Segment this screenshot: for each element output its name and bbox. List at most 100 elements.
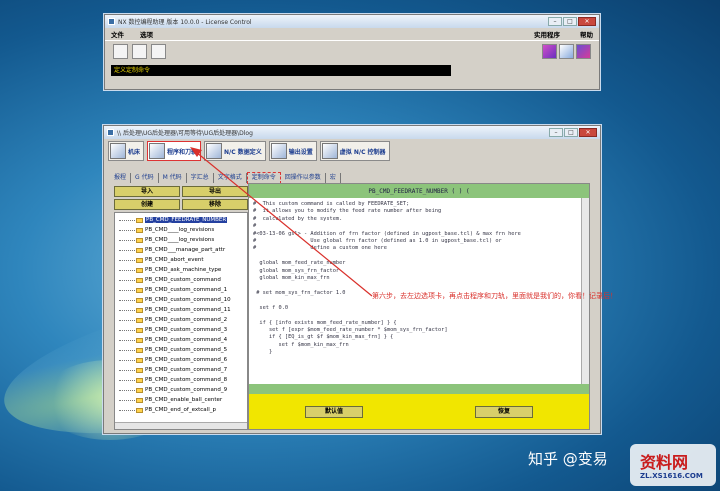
tree-item[interactable]: PB_CMD_custom_command_7 [115, 365, 247, 375]
tree-item-label: PB_CMD_custom_command_5 [145, 347, 228, 353]
license-tool-icon[interactable] [559, 44, 574, 59]
main-tool-tabs: 机床 程序和刀轨 N/C 数据定义 输出设置 虚拟 N/C 控制器 [104, 139, 600, 163]
maximize-button[interactable]: □ [564, 128, 578, 137]
tree-item-label: PB_CMD_custom_command_4 [145, 337, 228, 343]
save-file-icon[interactable] [151, 44, 166, 59]
close-button[interactable]: ✕ [579, 128, 597, 137]
menu-help[interactable]: 帮助 [580, 29, 593, 39]
new-file-icon[interactable] [113, 44, 128, 59]
machine-icon [110, 143, 126, 159]
folder-icon [136, 307, 143, 313]
tree-item-label: PB_CMD_custom_command_9 [145, 387, 228, 393]
tab-label: 程序和刀轨 [167, 148, 198, 156]
tab-label: 机床 [128, 148, 141, 156]
tree-item-label: PB_CMD_custom_command_2 [145, 317, 228, 323]
tree-item[interactable]: PB_CMD_custom_command_9 [115, 385, 247, 395]
tree-item-label: PB_CMD_custom_command_7 [145, 367, 228, 373]
tree-item-label: PB_CMD___manage_part_attr [145, 247, 226, 253]
minimize-button[interactable]: – [549, 128, 563, 137]
tree-item[interactable]: PB_CMD____log_revisions [115, 225, 247, 235]
watermark: 知乎 @变易 [528, 448, 608, 469]
tree-item-label: PB_CMD_custom_command_3 [145, 327, 228, 333]
tree-item[interactable]: PB_CMD_custom_command [115, 275, 247, 285]
tree-item-label: PB_CMD_custom_command_8 [145, 377, 228, 383]
help-tool-icon[interactable] [576, 44, 591, 59]
tree-item[interactable]: PB_CMD_custom_command_1 [115, 285, 247, 295]
subtab-word-summary[interactable]: 字汇总 [187, 173, 214, 183]
remove-button[interactable]: 移除 [182, 199, 248, 210]
utility-tool-icon[interactable] [542, 44, 557, 59]
folder-icon [136, 287, 143, 293]
subtab-operation-params[interactable]: 回操作以参数 [281, 173, 326, 183]
folder-icon [136, 297, 143, 303]
tree-item[interactable]: PB_CMD_ask_machine_type [115, 265, 247, 275]
tab-output-settings[interactable]: 输出设置 [268, 141, 317, 161]
folder-icon [136, 247, 143, 253]
tree-item-label: PB_CMD_custom_command_11 [145, 307, 231, 313]
tree-item[interactable]: PB_CMD_end_of_extcall_p [115, 405, 247, 415]
watermark-url: ZL.XS1616.COM [640, 472, 703, 480]
tree-item-label: PB_CMD_custom_command_1 [145, 287, 228, 293]
subtab-program[interactable]: 报程 [110, 173, 132, 183]
tree-item[interactable]: PB_CMD____log_revisions [115, 235, 247, 245]
folder-icon [136, 377, 143, 383]
nc-data-icon [206, 143, 223, 159]
open-file-icon[interactable] [132, 44, 147, 59]
tree-item[interactable]: PB_CMD_custom_command_3 [115, 325, 247, 335]
subtab-macro[interactable]: 宏 [326, 173, 341, 183]
menu-utilities[interactable]: 实用程序 [534, 29, 560, 39]
folder-icon [136, 237, 143, 243]
tab-label: 输出设置 [288, 148, 313, 156]
tree-item[interactable]: PB_CMD_custom_command_10 [115, 295, 247, 305]
export-button[interactable]: 导出 [182, 186, 248, 197]
close-button[interactable]: ✕ [578, 17, 596, 26]
tree-item-label: PB_CMD_FEEDRATE_NUMBER [145, 217, 228, 223]
editor-divider [249, 384, 589, 394]
folder-icon [136, 347, 143, 353]
tree-item[interactable]: PB_CMD_custom_command_5 [115, 345, 247, 355]
tab-virtual-nc-controller[interactable]: 虚拟 N/C 控制器 [319, 141, 390, 161]
tree-item-label: PB_CMD_enable_ball_center [145, 397, 223, 403]
license-menubar: 文件 选项 实用程序 帮助 [105, 28, 599, 40]
tree-item[interactable]: PB_CMD_custom_command_2 [115, 315, 247, 325]
tree-horizontal-scrollbar[interactable] [115, 422, 247, 429]
tab-nc-data-definition[interactable]: N/C 数据定义 [204, 141, 266, 161]
tree-item[interactable]: PB_CMD_custom_command_11 [115, 305, 247, 315]
menu-options[interactable]: 选项 [140, 29, 153, 39]
folder-icon [136, 317, 143, 323]
tab-label: 虚拟 N/C 控制器 [339, 148, 386, 156]
tree-item-label: PB_CMD_end_of_extcall_p [145, 407, 216, 413]
tab-machine[interactable]: 机床 [108, 141, 145, 161]
tree-item[interactable]: PB_CMD_FEEDRATE_NUMBER [115, 215, 247, 225]
tab-program-toolpath[interactable]: 程序和刀轨 [147, 141, 202, 161]
watermark-text: 知乎 @变易 [528, 450, 608, 468]
subtab-m-code[interactable]: M 代码 [159, 173, 187, 183]
folder-icon [136, 357, 143, 363]
subtab-g-code[interactable]: G 代码 [131, 173, 159, 183]
toolpath-icon [149, 143, 166, 159]
maximize-button[interactable]: □ [563, 17, 577, 26]
import-button[interactable]: 导入 [114, 186, 180, 197]
folder-icon [136, 367, 143, 373]
default-button[interactable]: 默认值 [305, 405, 363, 418]
folder-icon [136, 227, 143, 233]
subtab-word-format[interactable]: 文字格式 [214, 173, 247, 183]
tree-item[interactable]: PB_CMD___manage_part_attr [115, 245, 247, 255]
tree-item[interactable]: PB_CMD_custom_command_8 [115, 375, 247, 385]
custom-command-list-panel: 导入 导出 创建 移除 PB_CMD_FEEDRATE_NUMBER PB_CM… [114, 186, 248, 430]
tree-item[interactable]: PB_CMD_enable_ball_center [115, 395, 247, 405]
tree-item[interactable]: PB_CMD_custom_command_4 [115, 335, 247, 345]
menu-file[interactable]: 文件 [111, 29, 124, 39]
tree-item[interactable]: PB_CMD_abort_event [115, 255, 247, 265]
app-icon [108, 18, 115, 25]
annotation-text: 第六步，去左边选项卡，再点击程序和刀轨，里面就是我们的，你看！记录后！ [372, 292, 617, 300]
minimize-button[interactable]: – [548, 17, 562, 26]
main-window-title: \\ 后处理\UG后处理器\可用等待\UG后处理器\Dlog [117, 130, 253, 137]
tree-item-label: PB_CMD_ask_machine_type [145, 267, 222, 273]
restore-button[interactable]: 恢复 [475, 405, 533, 418]
folder-icon [136, 327, 143, 333]
license-titlebar: NX 数控编程助理 版本 10.0.0 - License Control – … [105, 15, 599, 28]
tree-item[interactable]: PB_CMD_custom_command_6 [115, 355, 247, 365]
create-button[interactable]: 创建 [114, 199, 180, 210]
command-tree[interactable]: PB_CMD_FEEDRATE_NUMBER PB_CMD____log_rev… [114, 212, 248, 430]
